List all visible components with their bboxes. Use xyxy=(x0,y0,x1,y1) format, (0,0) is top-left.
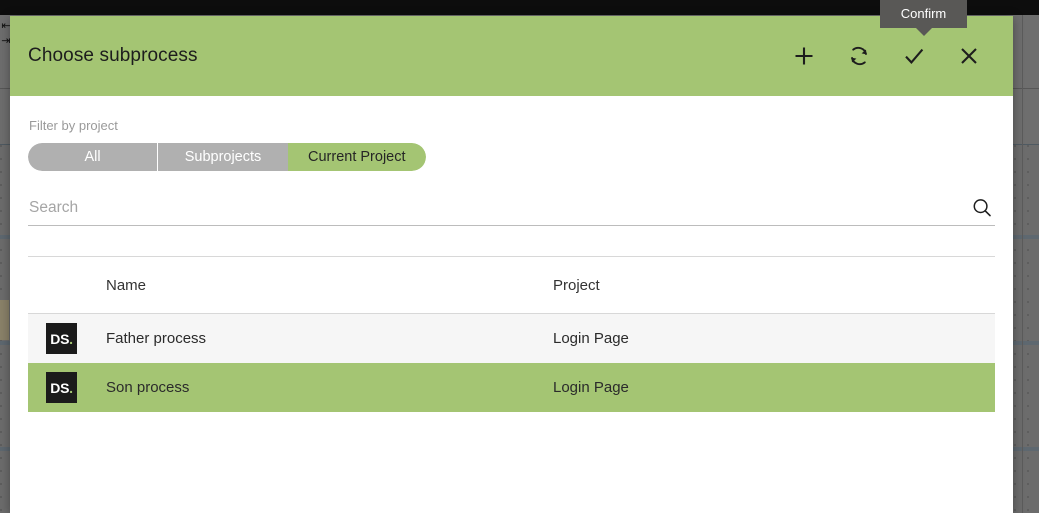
filter-by-project-segmented-control[interactable]: All Subprojects Current Project xyxy=(28,143,426,171)
table-row[interactable]: DS. Father process Login Page xyxy=(28,314,995,363)
badge-initials: DS xyxy=(50,379,70,396)
badge-dot: . xyxy=(69,379,73,396)
check-icon xyxy=(905,48,924,64)
confirm-tooltip: Confirm xyxy=(880,0,967,36)
add-subprocess-button[interactable] xyxy=(790,42,818,70)
table-header-row: Name Project xyxy=(28,257,995,313)
subprocess-table: Name Project DS. Father process Login Pa… xyxy=(28,256,995,412)
filter-option-current-project[interactable]: Current Project xyxy=(288,143,426,171)
dialog-title: Choose subprocess xyxy=(28,45,198,66)
row-badge-cell: DS. xyxy=(28,323,106,354)
confirm-button[interactable] xyxy=(900,42,928,70)
dialog-header-actions xyxy=(790,42,993,70)
badge-dot: . xyxy=(69,330,73,347)
row-project: Login Page xyxy=(553,379,629,396)
canvas-gridline-right xyxy=(1022,15,1023,513)
row-project: Login Page xyxy=(553,330,629,347)
row-name: Son process xyxy=(106,379,190,396)
filter-by-project-label: Filter by project xyxy=(29,118,118,133)
process-type-badge: DS. xyxy=(46,372,77,403)
filter-option-subprojects[interactable]: Subprojects xyxy=(158,143,288,171)
dialog-body: Filter by project All Subprojects Curren… xyxy=(10,96,1013,412)
plus-icon xyxy=(795,47,813,65)
filter-option-all[interactable]: All xyxy=(28,143,158,171)
dialog-header: Choose subprocess xyxy=(10,16,1013,96)
refresh-icon xyxy=(851,46,867,66)
search-button[interactable] xyxy=(971,197,995,219)
tooltip-arrow xyxy=(915,28,932,36)
canvas-node-marker xyxy=(0,300,9,340)
process-type-badge: DS. xyxy=(46,323,77,354)
search-row xyxy=(28,197,995,226)
row-badge-cell: DS. xyxy=(28,372,106,403)
table-header-name: Name xyxy=(106,276,147,294)
refresh-button[interactable] xyxy=(845,42,873,70)
close-icon xyxy=(961,48,977,64)
close-button[interactable] xyxy=(955,42,983,70)
table-header-project: Project xyxy=(553,276,600,294)
table-row[interactable]: DS. Son process Login Page xyxy=(28,363,995,412)
badge-initials: DS xyxy=(50,330,70,347)
row-name: Father process xyxy=(106,330,207,347)
search-icon xyxy=(973,199,991,217)
search-input[interactable] xyxy=(28,199,971,219)
tooltip-text: Confirm xyxy=(880,0,967,28)
choose-subprocess-dialog: Choose subprocess Filter by project All … xyxy=(10,16,1013,513)
